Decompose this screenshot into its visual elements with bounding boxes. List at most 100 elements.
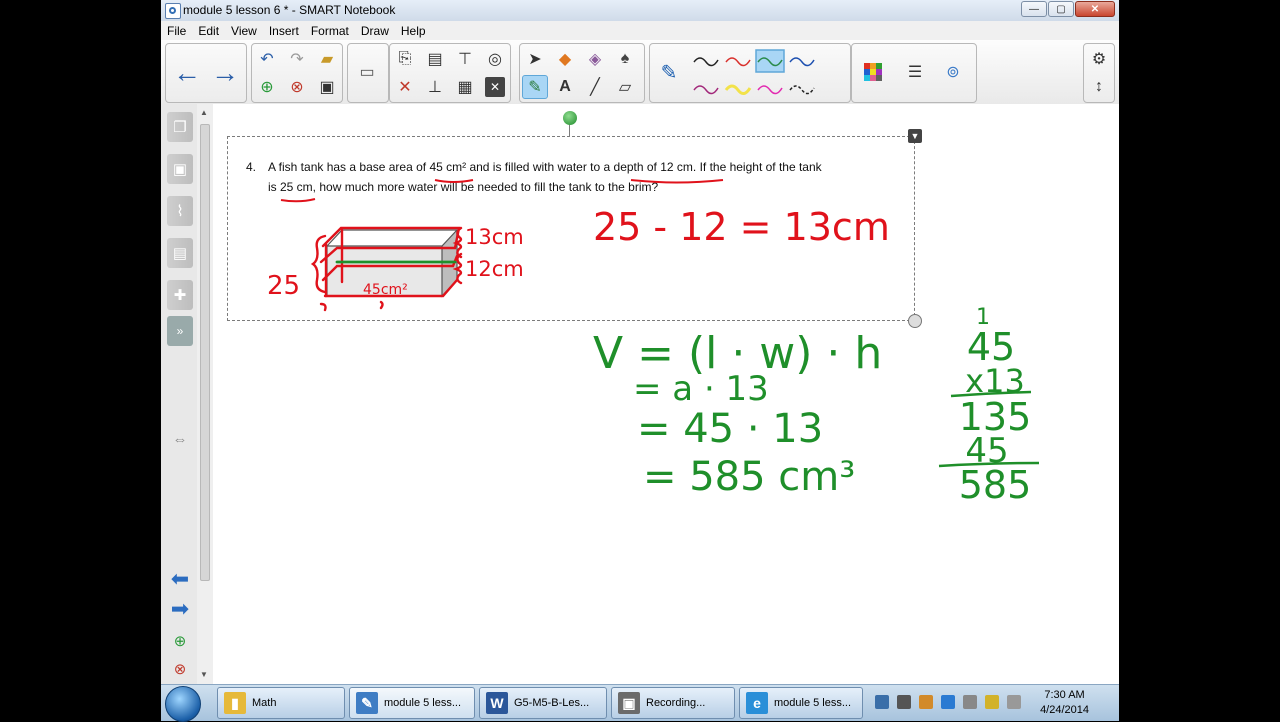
add-page-icon[interactable]: ⊕ xyxy=(254,75,280,99)
pen-icon[interactable]: ✎ xyxy=(656,60,682,84)
delete-icon[interactable]: ✕ xyxy=(392,75,418,99)
word-icon: W xyxy=(486,692,508,714)
paste-icon[interactable]: ⎘ xyxy=(392,47,418,71)
tray-icon-2[interactable] xyxy=(897,695,911,709)
taskbar-item-word[interactable]: W G5-M5-B-Les... xyxy=(479,687,607,719)
gallery-icon[interactable]: ▣ xyxy=(167,154,193,184)
clock-date: 4/24/2014 xyxy=(1040,704,1089,716)
window-title: module 5 lesson 6 * - SMART Notebook xyxy=(183,3,396,17)
show-hide-screen-icon[interactable]: ⊥ xyxy=(422,75,448,99)
document-camera-icon[interactable]: ⊤ xyxy=(452,47,478,71)
add-page-side-icon[interactable]: ⊕ xyxy=(167,626,193,656)
shapes-icon[interactable]: ◆ xyxy=(552,47,578,71)
taskbar-item-notebook[interactable]: ✎ module 5 less... xyxy=(349,687,475,719)
menu-file[interactable]: File xyxy=(161,24,192,38)
tray-icon-3[interactable] xyxy=(919,695,933,709)
notebook-icon: ✎ xyxy=(356,692,378,714)
screen-capture-icon[interactable]: ▤ xyxy=(422,47,448,71)
height-top-label: 13cm xyxy=(465,225,524,249)
pen-tools-group: ➤ ◆ ◈ ♠ ✎ A ╱ ▱ xyxy=(519,43,645,103)
expand-panel-icon[interactable]: » xyxy=(167,316,193,346)
whiteboard-canvas[interactable]: 4. A fish tank has a base area of 45 cm²… xyxy=(213,104,1119,685)
open-folder-icon[interactable]: ▰ xyxy=(314,47,340,71)
fill-icon[interactable]: ◈ xyxy=(582,47,608,71)
menu-help[interactable]: Help xyxy=(395,24,432,38)
line-style-icon[interactable]: ☰ xyxy=(902,60,928,84)
tray-icon-4[interactable] xyxy=(941,695,955,709)
system-clock[interactable]: 7:30 AM 4/24/2014 xyxy=(1040,688,1089,718)
table-icon[interactable]: ▦ xyxy=(452,75,478,99)
close-icon[interactable]: ✕ xyxy=(485,77,505,97)
minimize-button[interactable]: — xyxy=(1021,1,1047,17)
taskbar-item-math[interactable]: ▮ Math xyxy=(217,687,345,719)
taskbar-item-recording[interactable]: ▣ Recording... xyxy=(611,687,735,719)
line-icon[interactable]: ╱ xyxy=(582,75,608,99)
resize-handle-icon[interactable]: ⇔ xyxy=(167,424,193,454)
pens-icon[interactable]: ✎ xyxy=(522,75,548,99)
navigation-group: ← → xyxy=(165,43,247,103)
display-group: ▭ xyxy=(347,43,389,103)
title-bar: module 5 lesson 6 * - SMART Notebook — ▢… xyxy=(161,0,1119,22)
base-area-label: 45cm² xyxy=(363,282,408,298)
screen-shade-icon[interactable]: ▭ xyxy=(354,60,380,84)
menu-draw[interactable]: Draw xyxy=(355,24,395,38)
text-icon[interactable]: A xyxy=(552,75,578,99)
network-icon[interactable] xyxy=(963,695,977,709)
gear-icon[interactable]: ⚙ xyxy=(1086,47,1112,71)
color-palette-icon[interactable] xyxy=(860,60,886,84)
pen-properties-group: ✎ xyxy=(649,43,851,103)
menu-view[interactable]: View xyxy=(225,24,263,38)
menu-edit[interactable]: Edit xyxy=(192,24,225,38)
pen-styles-palette[interactable] xyxy=(690,48,820,100)
scroll-up-icon[interactable]: ▲ xyxy=(200,108,208,117)
clock-time: 7:30 AM xyxy=(1044,689,1085,701)
scroll-down-icon[interactable]: ▼ xyxy=(200,670,208,679)
menu-format[interactable]: Format xyxy=(305,24,355,38)
side-tab-panel: ❐ ▣ ⌇ ▤ ✚ » ⇔ ⬅ ➡ ⊕ ⊗ xyxy=(161,104,198,685)
delete-page-side-icon[interactable]: ⊗ xyxy=(167,654,193,684)
subtraction-work: 25 - 12 = 13cm xyxy=(593,205,890,249)
start-button[interactable] xyxy=(165,686,201,722)
vertical-scrollbar[interactable]: ▲ ▼ xyxy=(197,104,214,685)
previous-page-side-icon[interactable]: ⬅ xyxy=(167,564,193,594)
delete-page-icon[interactable]: ⊗ xyxy=(284,75,310,99)
settings-group: ⚙ ↕ xyxy=(1083,43,1115,103)
next-page-icon[interactable]: → xyxy=(210,57,240,88)
next-page-side-icon[interactable]: ➡ xyxy=(167,594,193,624)
taskbar-item-ie[interactable]: e module 5 less... xyxy=(739,687,863,719)
folder-icon: ▮ xyxy=(224,692,246,714)
smart-notebook-icon xyxy=(165,3,181,19)
internet-explorer-icon: e xyxy=(746,692,768,714)
redo-icon[interactable]: ↷ xyxy=(284,47,310,71)
toolbar-position-icon[interactable]: ↕ xyxy=(1086,75,1112,99)
properties-group: ☰ ⊚ xyxy=(851,43,977,103)
page-sorter-icon[interactable]: ❐ xyxy=(167,112,193,142)
addons-icon[interactable]: ✚ xyxy=(167,280,193,310)
close-button[interactable]: ✕ xyxy=(1075,1,1115,17)
properties-icon[interactable]: ▤ xyxy=(167,238,193,268)
tray-icon-1[interactable] xyxy=(875,695,889,709)
menu-insert[interactable]: Insert xyxy=(263,24,305,38)
magic-pen-icon[interactable]: ♠ xyxy=(612,47,638,71)
select-icon[interactable]: ➤ xyxy=(522,47,548,71)
toolbar: ← → ↶ ↷ ▰ ⊕ ⊗ ▣ ▭ ⎘ ▤ ⊤ ◎ ✕ ⊥ ▦ ✕ ➤ ◆ ◈ … xyxy=(161,40,1119,105)
ink-layer: 13cm 12cm 25 45cm² 25 - 12 = 13cm V = (l… xyxy=(267,179,1040,507)
volume-step-4: = 585 cm³ xyxy=(643,454,855,500)
previous-page-icon[interactable]: ← xyxy=(172,57,202,88)
undo-icon[interactable]: ↶ xyxy=(254,47,280,71)
volume-step-3: = 45 · 13 xyxy=(637,406,823,452)
windows-taskbar: ▮ Math ✎ module 5 less... W G5-M5-B-Les.… xyxy=(161,684,1119,722)
object-group: ⎘ ▤ ⊤ ◎ ✕ ⊥ ▦ ✕ xyxy=(389,43,511,103)
attachments-icon[interactable]: ⌇ xyxy=(167,196,193,226)
save-icon[interactable]: ▣ xyxy=(314,75,340,99)
eraser-icon[interactable]: ▱ xyxy=(612,75,638,99)
security-icon[interactable] xyxy=(985,695,999,709)
internet-browser-icon[interactable]: ◎ xyxy=(482,47,508,71)
maximize-button[interactable]: ▢ xyxy=(1048,1,1074,17)
volume-icon[interactable] xyxy=(1007,695,1021,709)
scrollbar-thumb[interactable] xyxy=(200,124,210,581)
menu-bar: File Edit View Insert Format Draw Help xyxy=(161,21,1119,40)
transparency-icon[interactable]: ⊚ xyxy=(940,60,966,84)
recorder-icon: ▣ xyxy=(618,692,640,714)
product: 585 xyxy=(959,463,1032,507)
